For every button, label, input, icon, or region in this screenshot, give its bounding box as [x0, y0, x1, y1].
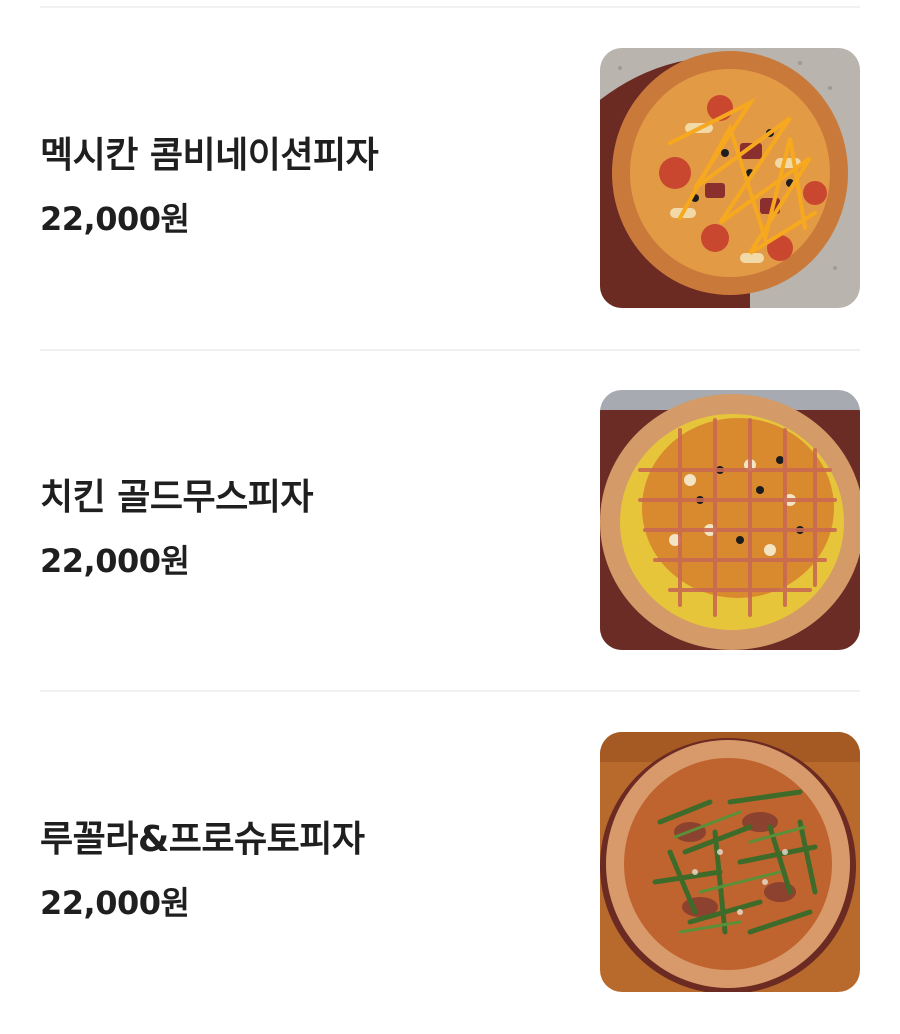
menu-item-price: 22,000원: [40, 200, 190, 238]
menu-item-name: 멕시칸 콤비네이션피자: [40, 135, 379, 176]
menu-item-price: 22,000원: [40, 884, 190, 922]
menu-item-price: 22,000원: [40, 542, 190, 580]
pizza-photo-arugula-prosciutto[interactable]: [600, 732, 860, 992]
menu-item-name: 치킨 골드무스피자: [40, 477, 314, 518]
menu-item-arugula-prosciutto[interactable]: 루꼴라&프로슈토피자 22,000원: [0, 692, 900, 1032]
pizza-photo-mexican-combination[interactable]: [600, 48, 860, 308]
menu-list: 멕시칸 콤비네이션피자 22,000원 치킨 골드무스피자 22,000원 루꼴…: [0, 0, 900, 1034]
menu-item-chicken-gold-mousse[interactable]: 치킨 골드무스피자 22,000원: [0, 350, 900, 690]
pizza-photo-chicken-gold-mousse[interactable]: [600, 390, 860, 650]
menu-item-mexican-combination[interactable]: 멕시칸 콤비네이션피자 22,000원: [0, 8, 900, 348]
menu-item-name: 루꼴라&프로슈토피자: [40, 819, 365, 860]
